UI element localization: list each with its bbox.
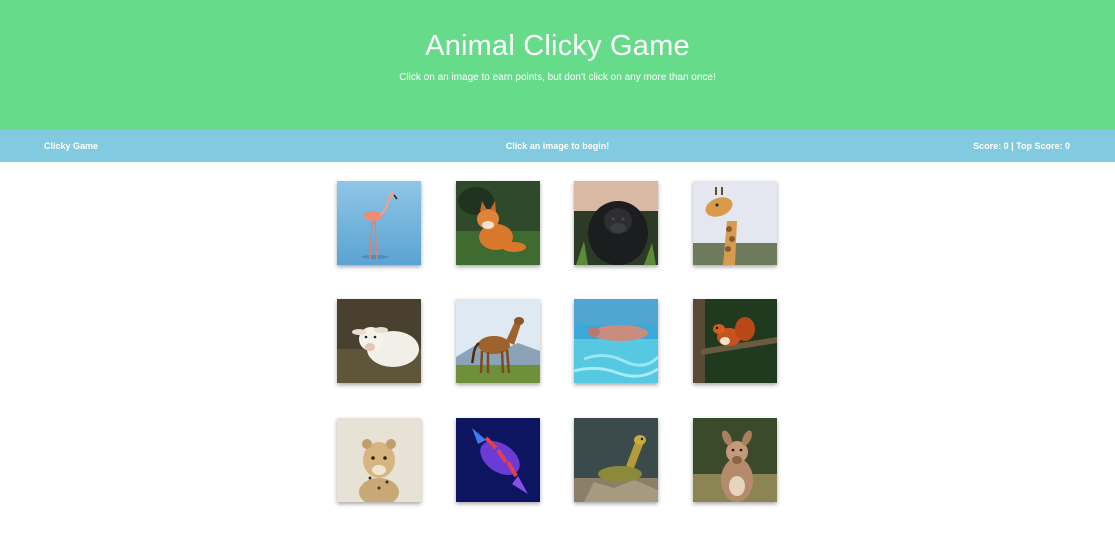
card-squirrel[interactable]	[693, 299, 777, 383]
card-giraffe[interactable]	[693, 181, 777, 265]
jumbotron-header: Animal Clicky Game Click on an image to …	[0, 0, 1115, 130]
card-gorilla[interactable]	[574, 181, 658, 265]
navbar: Clicky Game Click an image to begin! Sco…	[0, 130, 1115, 162]
fox-image	[456, 181, 540, 265]
calf-image	[337, 299, 421, 383]
kangaroo-image	[693, 418, 777, 502]
card-fish[interactable]	[456, 418, 540, 502]
card-cheetah[interactable]	[337, 418, 421, 502]
cheetah-image	[337, 418, 421, 502]
pig-image	[574, 299, 658, 383]
gorilla-image	[574, 181, 658, 265]
card-flamingo[interactable]	[337, 181, 421, 265]
iguana-image	[574, 418, 658, 502]
card-fox[interactable]	[456, 181, 540, 265]
card-pig[interactable]	[574, 299, 658, 383]
squirrel-image	[693, 299, 777, 383]
score-display: Score: 0 | Top Score: 0	[973, 141, 1070, 151]
page-title: Animal Clicky Game	[425, 30, 690, 62]
fish-image	[456, 418, 540, 502]
image-grid	[337, 181, 777, 502]
horse-image	[456, 299, 540, 383]
card-calf[interactable]	[337, 299, 421, 383]
game-status-message: Click an image to begin!	[505, 141, 610, 151]
card-kangaroo[interactable]	[693, 418, 777, 502]
page-subtitle: Click on an image to earn points, but do…	[399, 72, 716, 83]
flamingo-image	[337, 181, 421, 265]
giraffe-image	[693, 181, 777, 265]
card-iguana[interactable]	[574, 418, 658, 502]
card-horse[interactable]	[456, 299, 540, 383]
